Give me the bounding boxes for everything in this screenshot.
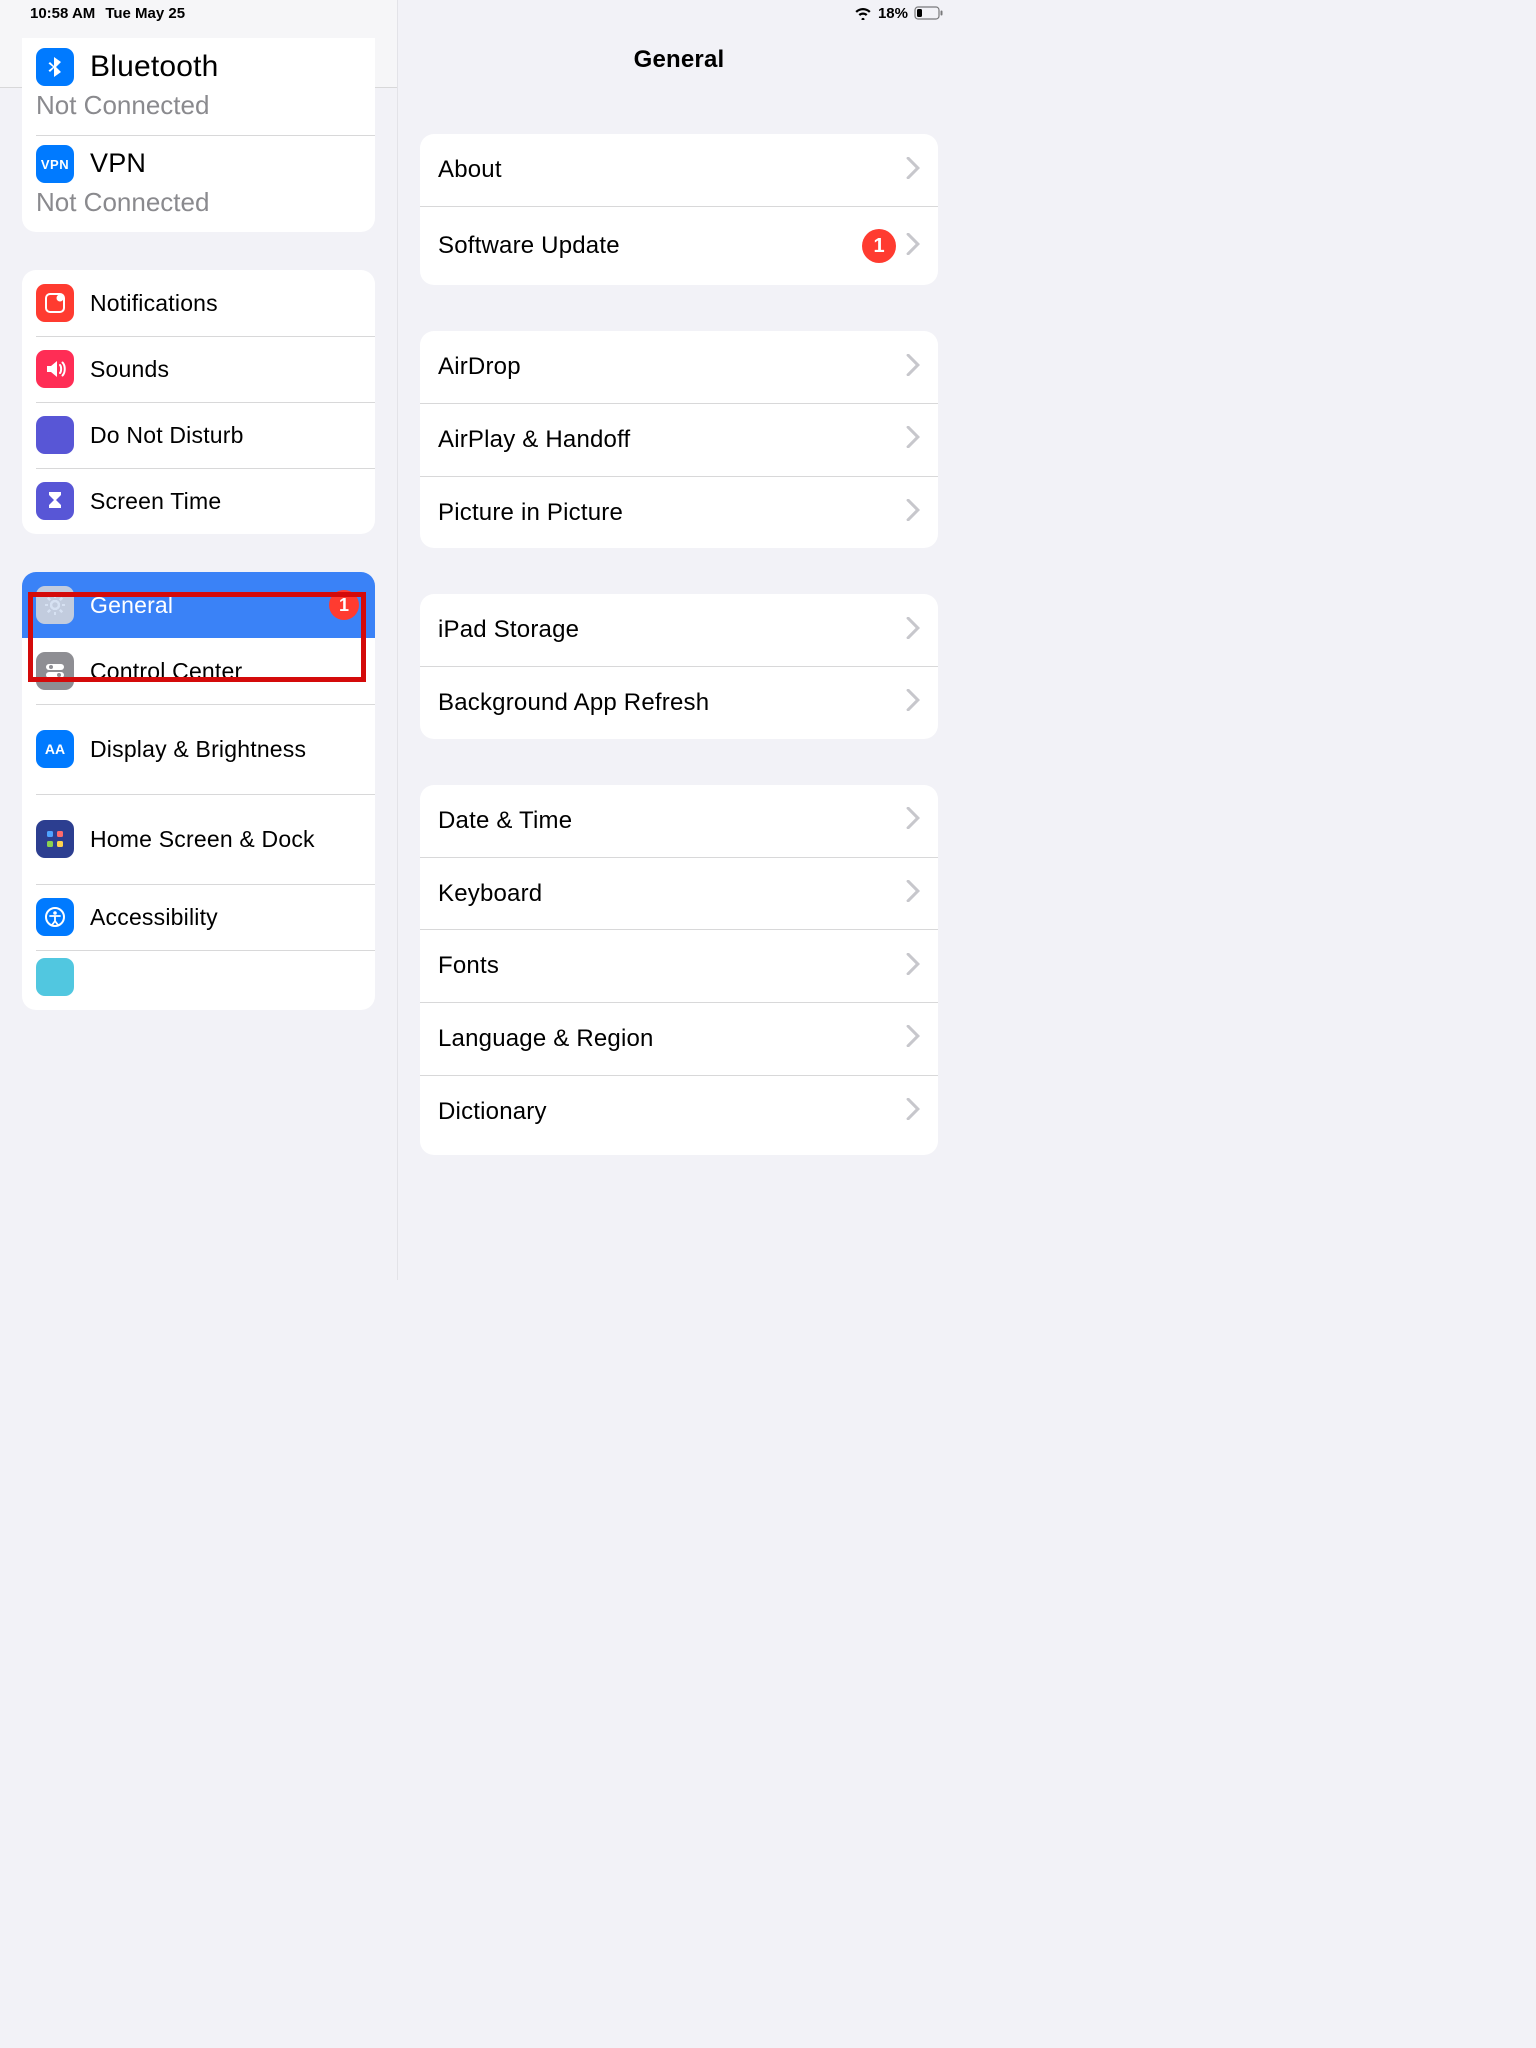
chevron-right-icon — [906, 880, 920, 907]
moon-icon — [36, 416, 74, 454]
bluetooth-label: Bluetooth — [90, 50, 219, 85]
sidebar-item-general[interactable]: General 1 — [22, 572, 375, 638]
chevron-right-icon — [906, 233, 920, 260]
status-right: 18% — [854, 5, 950, 22]
sounds-label: Sounds — [90, 356, 359, 382]
keyboard-label: Keyboard — [438, 880, 896, 908]
battery-icon — [914, 6, 944, 20]
detail-item-airplay[interactable]: AirPlay & Handoff — [420, 403, 938, 476]
display-label: Display & Brightness — [90, 736, 359, 762]
textsize-icon: AA — [36, 730, 74, 768]
status-time: 10:58 AM — [30, 5, 95, 22]
sidebar-item-notifications[interactable]: Notifications — [22, 270, 375, 336]
sidebar-item-more[interactable] — [22, 950, 375, 1010]
sidebar-item-screentime[interactable]: Screen Time — [22, 468, 375, 534]
detail-item-datetime[interactable]: Date & Time — [420, 785, 938, 857]
datetime-label: Date & Time — [438, 807, 896, 835]
sidebar-item-homescreen[interactable]: Home Screen & Dock — [22, 794, 375, 884]
chevron-right-icon — [906, 953, 920, 980]
detail-scroll[interactable]: About Software Update 1 AirDrop AirPlay … — [398, 88, 960, 1155]
homescreen-label: Home Screen & Dock — [90, 826, 359, 852]
settings-sidebar: Settings Bluetooth Not Connected VPN — [0, 0, 398, 1280]
chevron-right-icon — [906, 807, 920, 834]
sidebar-item-accessibility[interactable]: Accessibility — [22, 884, 375, 950]
chevron-right-icon — [906, 1098, 920, 1125]
software-update-badge: 1 — [862, 229, 896, 263]
chevron-right-icon — [906, 689, 920, 716]
detail-pane: General About Software Update 1 AirDrop — [398, 0, 960, 1280]
group-attention: Notifications Sounds Do Not Disturb — [22, 270, 375, 534]
chevron-right-icon — [906, 499, 920, 526]
chevron-right-icon — [906, 354, 920, 381]
group-connectivity: Bluetooth Not Connected VPN VPN Not Conn… — [22, 38, 375, 232]
sidebar-item-controlcenter[interactable]: Control Center — [22, 638, 375, 704]
detail-item-keyboard[interactable]: Keyboard — [420, 857, 938, 930]
status-date: Tue May 25 — [105, 5, 185, 22]
group-storage: iPad Storage Background App Refresh — [420, 594, 938, 739]
sidebar-item-display[interactable]: AA Display & Brightness — [22, 704, 375, 794]
wifi-icon — [854, 6, 872, 20]
detail-item-software-update[interactable]: Software Update 1 — [420, 206, 938, 285]
detail-item-storage[interactable]: iPad Storage — [420, 594, 938, 666]
group-about: About Software Update 1 — [420, 134, 938, 285]
dnd-label: Do Not Disturb — [90, 422, 359, 448]
detail-item-language[interactable]: Language & Region — [420, 1002, 938, 1075]
group-system: General 1 Control Center AA Display & Br… — [22, 572, 375, 1010]
switches-icon — [36, 652, 74, 690]
sidebar-item-vpn[interactable]: VPN VPN Not Connected — [22, 135, 375, 232]
bg-refresh-label: Background App Refresh — [438, 689, 896, 717]
detail-item-fonts[interactable]: Fonts — [420, 929, 938, 1002]
detail-item-dictionary[interactable]: Dictionary — [420, 1075, 938, 1156]
bluetooth-status: Not Connected — [36, 90, 209, 121]
sidebar-scroll[interactable]: Bluetooth Not Connected VPN VPN Not Conn… — [0, 38, 397, 1010]
bluetooth-icon — [36, 48, 74, 86]
sounds-icon — [36, 350, 74, 388]
vpn-icon: VPN — [36, 145, 74, 183]
group-input: Date & Time Keyboard Fonts Language & Re… — [420, 785, 938, 1155]
fonts-label: Fonts — [438, 952, 896, 980]
screentime-label: Screen Time — [90, 488, 359, 514]
group-sharing: AirDrop AirPlay & Handoff Picture in Pic… — [420, 331, 938, 548]
vpn-status: Not Connected — [36, 187, 209, 218]
software-update-label: Software Update — [438, 232, 852, 260]
chevron-right-icon — [906, 157, 920, 184]
battery-percent: 18% — [878, 5, 908, 22]
status-bar: 10:58 AM Tue May 25 18% — [0, 0, 960, 26]
airdrop-label: AirDrop — [438, 353, 896, 381]
gear-icon — [36, 586, 74, 624]
vpn-label: VPN — [90, 148, 146, 179]
detail-item-pip[interactable]: Picture in Picture — [420, 476, 938, 549]
accessibility-icon — [36, 898, 74, 936]
sidebar-item-bluetooth[interactable]: Bluetooth Not Connected — [22, 38, 375, 135]
about-label: About — [438, 156, 896, 184]
sidebar-item-sounds[interactable]: Sounds — [22, 336, 375, 402]
pip-label: Picture in Picture — [438, 499, 896, 527]
language-label: Language & Region — [438, 1025, 896, 1053]
chevron-right-icon — [906, 426, 920, 453]
controlcenter-label: Control Center — [90, 658, 359, 684]
hourglass-icon — [36, 482, 74, 520]
general-label: General — [90, 592, 319, 618]
accessibility-label: Accessibility — [90, 904, 359, 930]
homegrid-icon — [36, 820, 74, 858]
notifications-label: Notifications — [90, 290, 359, 316]
detail-item-bg-refresh[interactable]: Background App Refresh — [420, 666, 938, 739]
airplay-label: AirPlay & Handoff — [438, 426, 896, 454]
dictionary-label: Dictionary — [438, 1098, 896, 1126]
sidebar-item-dnd[interactable]: Do Not Disturb — [22, 402, 375, 468]
notifications-icon — [36, 284, 74, 322]
status-left: 10:58 AM Tue May 25 — [10, 5, 185, 22]
detail-item-about[interactable]: About — [420, 134, 938, 206]
chevron-right-icon — [906, 617, 920, 644]
detail-item-airdrop[interactable]: AirDrop — [420, 331, 938, 403]
more-icon — [36, 958, 74, 996]
storage-label: iPad Storage — [438, 616, 896, 644]
general-badge: 1 — [329, 590, 359, 620]
chevron-right-icon — [906, 1025, 920, 1052]
